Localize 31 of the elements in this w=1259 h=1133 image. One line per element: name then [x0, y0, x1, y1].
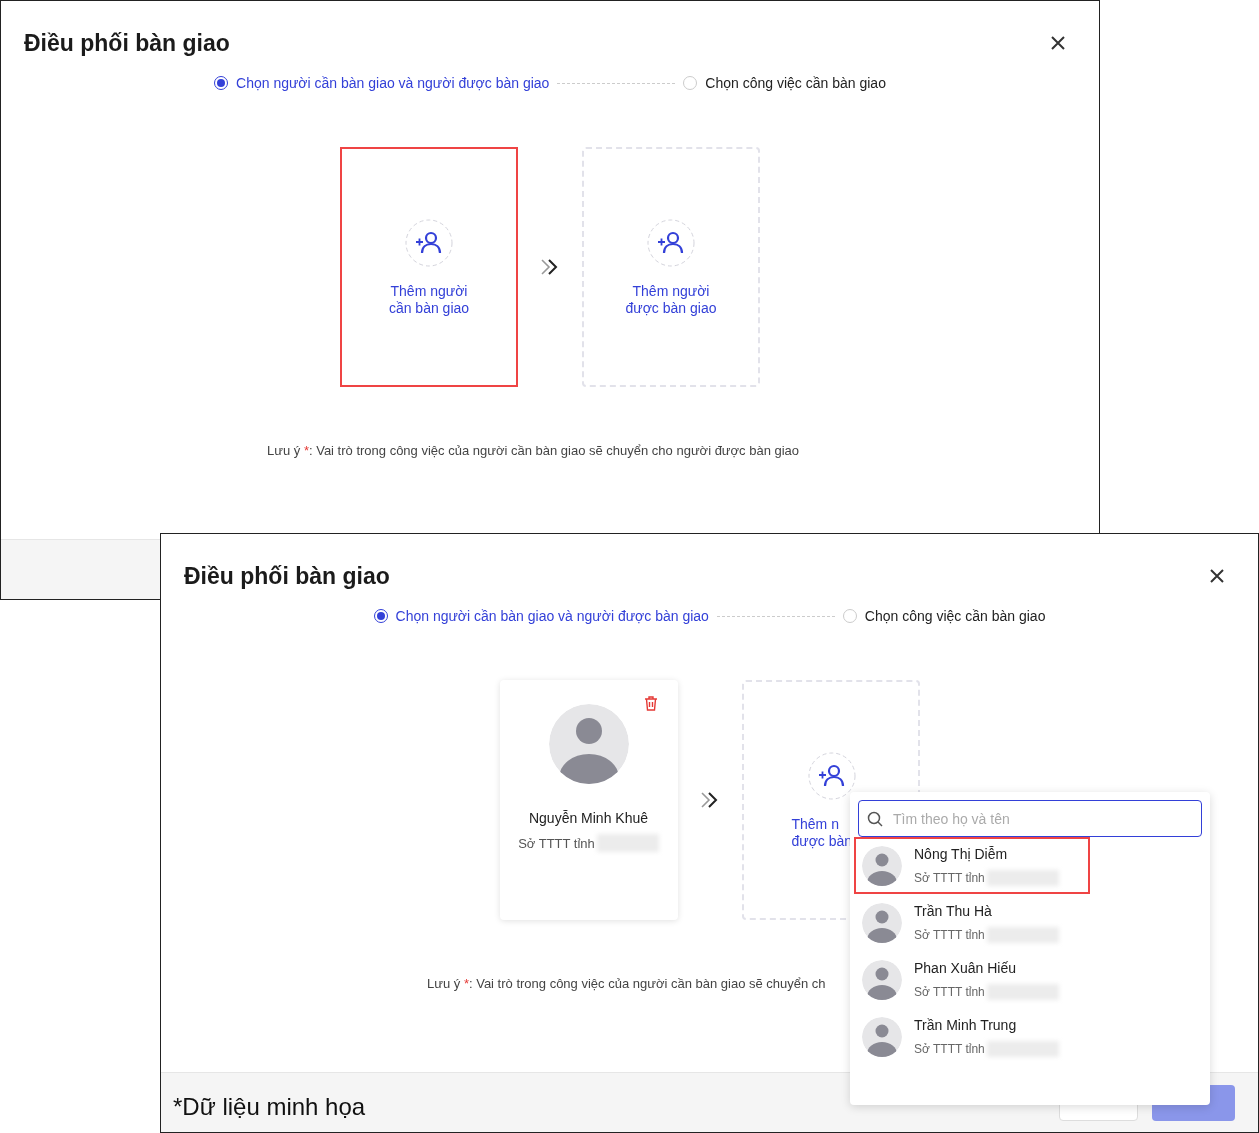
step-radio[interactable]: Chọn người cần bàn giao và người được bàn giao: [373, 608, 709, 624]
person-name: Nguyễn Minh Khuê: [528, 810, 649, 826]
step-radio[interactable]: Chọn công việc cần bàn giao: [842, 608, 1046, 624]
double-chevron-icon: [699, 791, 720, 809]
add-person-label: Thêm người được bàn giao: [625, 283, 717, 317]
add-person-label: Thêm người cần bàn giao: [388, 283, 470, 317]
add-person-card[interactable]: Thêm người cần bàn giao: [340, 147, 518, 387]
double-chevron-icon: [540, 258, 560, 276]
close-icon[interactable]: [1050, 35, 1066, 51]
add-person-icon: [405, 219, 453, 267]
add-person-icon: [807, 752, 856, 800]
step-radio[interactable]: Chọn người cần bàn giao và người được bàn giao: [214, 75, 550, 91]
add-person-card[interactable]: Thêm người được bàn giao: [582, 147, 760, 387]
step-radio[interactable]: Chọn công việc cần bàn giao: [683, 75, 886, 91]
avatar-icon: [548, 704, 629, 784]
window-title: Điều phối bàn giao: [24, 29, 230, 57]
window-title: Điều phối bàn giao: [184, 562, 390, 590]
add-person-icon: [647, 219, 695, 267]
avatar-icon: [862, 959, 902, 1000]
caption-text: *Dữ liệu minh họa: [173, 1092, 366, 1121]
person-list-item[interactable]: Trần Minh Trung Sở TTTT tỉnh: [854, 1008, 1090, 1065]
person-list-item[interactable]: Phan Xuân Hiếu Sở TTTT tỉnh: [854, 951, 1090, 1008]
search-field[interactable]: Tìm theo họ và tên: [858, 800, 1202, 837]
trash-icon[interactable]: [643, 696, 658, 711]
search-icon: [867, 811, 883, 827]
note-text: Lưu ý *: Vai trò trong công việc của người cần bàn giao sẽ chuyển cho người được bàn giao: [266, 443, 801, 458]
avatar-icon: [862, 845, 902, 886]
avatar-icon: [862, 1016, 902, 1057]
person-organization: Sở TTTT tỉnh: [518, 835, 595, 851]
close-icon[interactable]: [1209, 568, 1225, 584]
avatar-icon: [862, 902, 902, 943]
